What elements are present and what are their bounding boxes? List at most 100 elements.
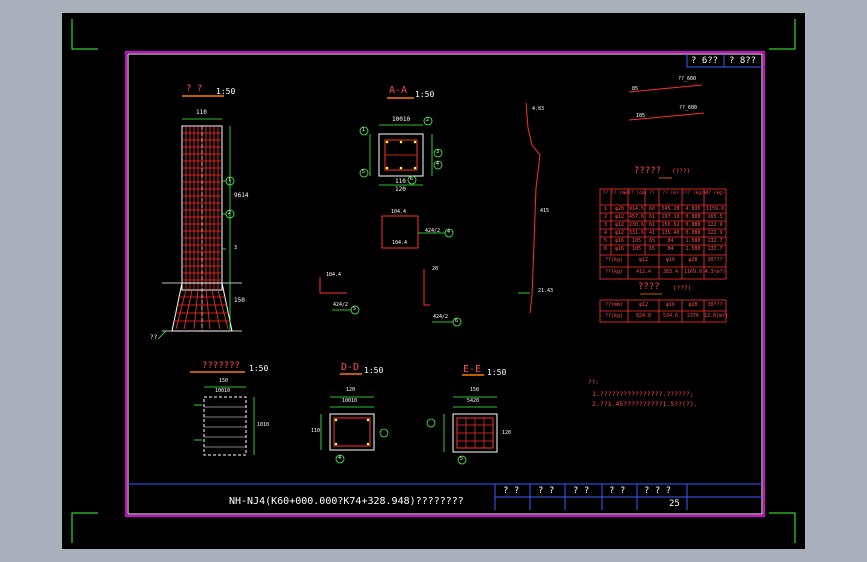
aa-callout-4: 4: [436, 161, 440, 167]
ee-dim-3: 120: [502, 430, 512, 436]
plan-dim-2: 10010: [215, 388, 231, 394]
rebar-table-cell: 0.888: [685, 230, 701, 236]
title-block-cell-5: ? ? ?: [644, 486, 672, 496]
title-block-cell-3: ? ?: [573, 486, 590, 496]
rebar-table-cell: 61: [648, 214, 656, 220]
title-block-top-cell-1: ? 6??: [691, 56, 719, 66]
ee-dim-2: 5420: [467, 398, 480, 404]
section-dd-scale: 1:50: [364, 366, 384, 375]
detail-3-label: 424/2: [433, 314, 449, 320]
rebar-table-cell: 331.6: [628, 230, 645, 236]
aa-callout-1: 1: [362, 127, 366, 133]
aa-dim-2: 110: [395, 178, 406, 185]
concrete-table-value: 534.6: [662, 313, 679, 319]
section-ee-view: [426, 374, 498, 465]
rebar-summary-value: 412.4: [635, 269, 652, 275]
detail-1-callout: 4: [447, 229, 451, 235]
elevation-callout-2: 2: [228, 210, 232, 216]
aa-dim-3: 120: [395, 186, 406, 193]
concrete-table-header: φ16: [665, 302, 676, 308]
rebar-table-cell: 0.888: [685, 214, 701, 220]
rebar-table-cell: 60: [648, 206, 656, 212]
cad-viewport[interactable]: ? 6?? ? 8?? NH-NJ4(K60+000.000?K74+328.9…: [62, 13, 805, 549]
rebar-summary-header: φ12: [638, 257, 649, 263]
rebar-table-cell: 6: [603, 246, 607, 252]
concrete-table-header: ??(mm): [604, 302, 624, 308]
elevation-callout-1: 1: [228, 177, 232, 183]
elevation-title: ? ?: [186, 84, 203, 94]
rebar-table-header: ?? (mm): [611, 191, 630, 196]
rebar-table-header: ??: [649, 191, 655, 196]
detail-3-dim: 20: [432, 266, 439, 272]
section-dd-title: D-D: [341, 362, 360, 373]
detail-2-label: 424/2: [333, 302, 349, 308]
concrete-table-unit: (???): [673, 285, 692, 292]
rebar-summary-header: ??(kg): [604, 257, 624, 263]
concrete-table-header: φ28: [688, 302, 698, 308]
plan-side-dim: 1010: [257, 422, 270, 428]
rebar-table-cell: 5: [603, 238, 607, 244]
rebar-table-cell: 84: [667, 238, 674, 244]
rebar-table-cell: 1159.0: [705, 206, 725, 212]
rebar-table-cell: 105: [631, 238, 642, 244]
rebar-table-cell: 2: [603, 214, 607, 220]
plan-title: ???????: [202, 361, 240, 371]
profile-bottom-dim: 21.43: [538, 288, 554, 294]
section-ee-title: E-E: [463, 364, 482, 375]
rebar-table-cell: 914.5: [628, 206, 645, 212]
rebar-table-unit: (???): [672, 168, 691, 175]
detail-2-dim: 104.4: [326, 272, 342, 278]
rebar-table-header: ??: [602, 191, 609, 196]
rebar-table-header: ??? (kg/m): [682, 191, 710, 196]
elevation-view: [157, 95, 242, 340]
rebar-summary-header: φ28: [688, 257, 698, 263]
rebar-summary-header: φ16: [665, 257, 676, 263]
rebar-table-cell: 3: [603, 222, 607, 228]
concrete-table-title: ????: [638, 282, 660, 292]
section-aa-view: [359, 97, 443, 186]
aa-dim-1: 10010: [392, 116, 411, 123]
concrete-table-value: 2376: [686, 313, 700, 319]
ee-callout: 5: [460, 456, 464, 462]
detail-1-label: 424/2: [425, 228, 441, 234]
rebar-summary-value: 383.4: [662, 269, 679, 275]
section-aa-title: A-A: [389, 85, 408, 96]
rebar-table-cell: 0.888: [685, 222, 701, 228]
dd-dim-1: 120: [346, 387, 356, 393]
dd-callout: 4: [338, 455, 342, 461]
rebar-table-cell: 41: [648, 230, 656, 236]
rebar-table-header: ?? (kg): [705, 191, 725, 196]
rebar-table-cell: φ12: [614, 214, 625, 220]
plan-dim-1: 150: [219, 378, 229, 384]
plan-view: [190, 371, 255, 456]
title-block-grid: [128, 54, 762, 510]
rebar-table-cell: 132.7: [707, 246, 723, 252]
rebar-summary-header: 30???: [707, 257, 723, 263]
detail-1-bottom-dim: 104.4: [392, 240, 408, 246]
notes-line-2: 2.??1.45??????????1.5??(?).: [592, 400, 698, 408]
rebar-table-cell: φ12: [614, 222, 625, 228]
rebar-table-cell: φ28: [614, 206, 625, 212]
notes-line-1: 1.????????????????.??????;: [592, 390, 694, 398]
aa-callout-2: 2: [426, 117, 430, 123]
rebar-table-cell: 197.10: [661, 214, 680, 220]
notes-heading: ??:: [588, 379, 599, 386]
rebar-table-cell: 105: [631, 246, 642, 252]
title-block-cell-2: ? ?: [538, 486, 555, 496]
detail-1-top-dim: 104.4: [391, 209, 407, 215]
concrete-table-value: ??(kg): [604, 313, 624, 319]
rebar-table-cell: 4.835: [685, 206, 701, 212]
rebar-table-cell: 230.6: [628, 222, 645, 228]
dd-dim-3: 110: [311, 428, 321, 434]
rebar-table-cell: 457.6: [628, 214, 645, 220]
rebar-table-cell: φ16: [614, 238, 625, 244]
aa-callout-3: 3: [436, 149, 440, 155]
concrete-table-value: 824.8: [635, 313, 652, 319]
rebar-table-cell: 132.7: [707, 238, 723, 244]
rebar-table-cell: 65: [648, 238, 656, 244]
bar-1-size: 85: [632, 86, 639, 92]
title-block-cell-1: ? ?: [503, 486, 520, 496]
ee-dim-1: 150: [470, 387, 480, 393]
drawing-title: NH-NJ4(K60+000.000?K74+328.948)????????: [229, 496, 464, 507]
rebar-table-cell: 122.9: [707, 222, 723, 228]
